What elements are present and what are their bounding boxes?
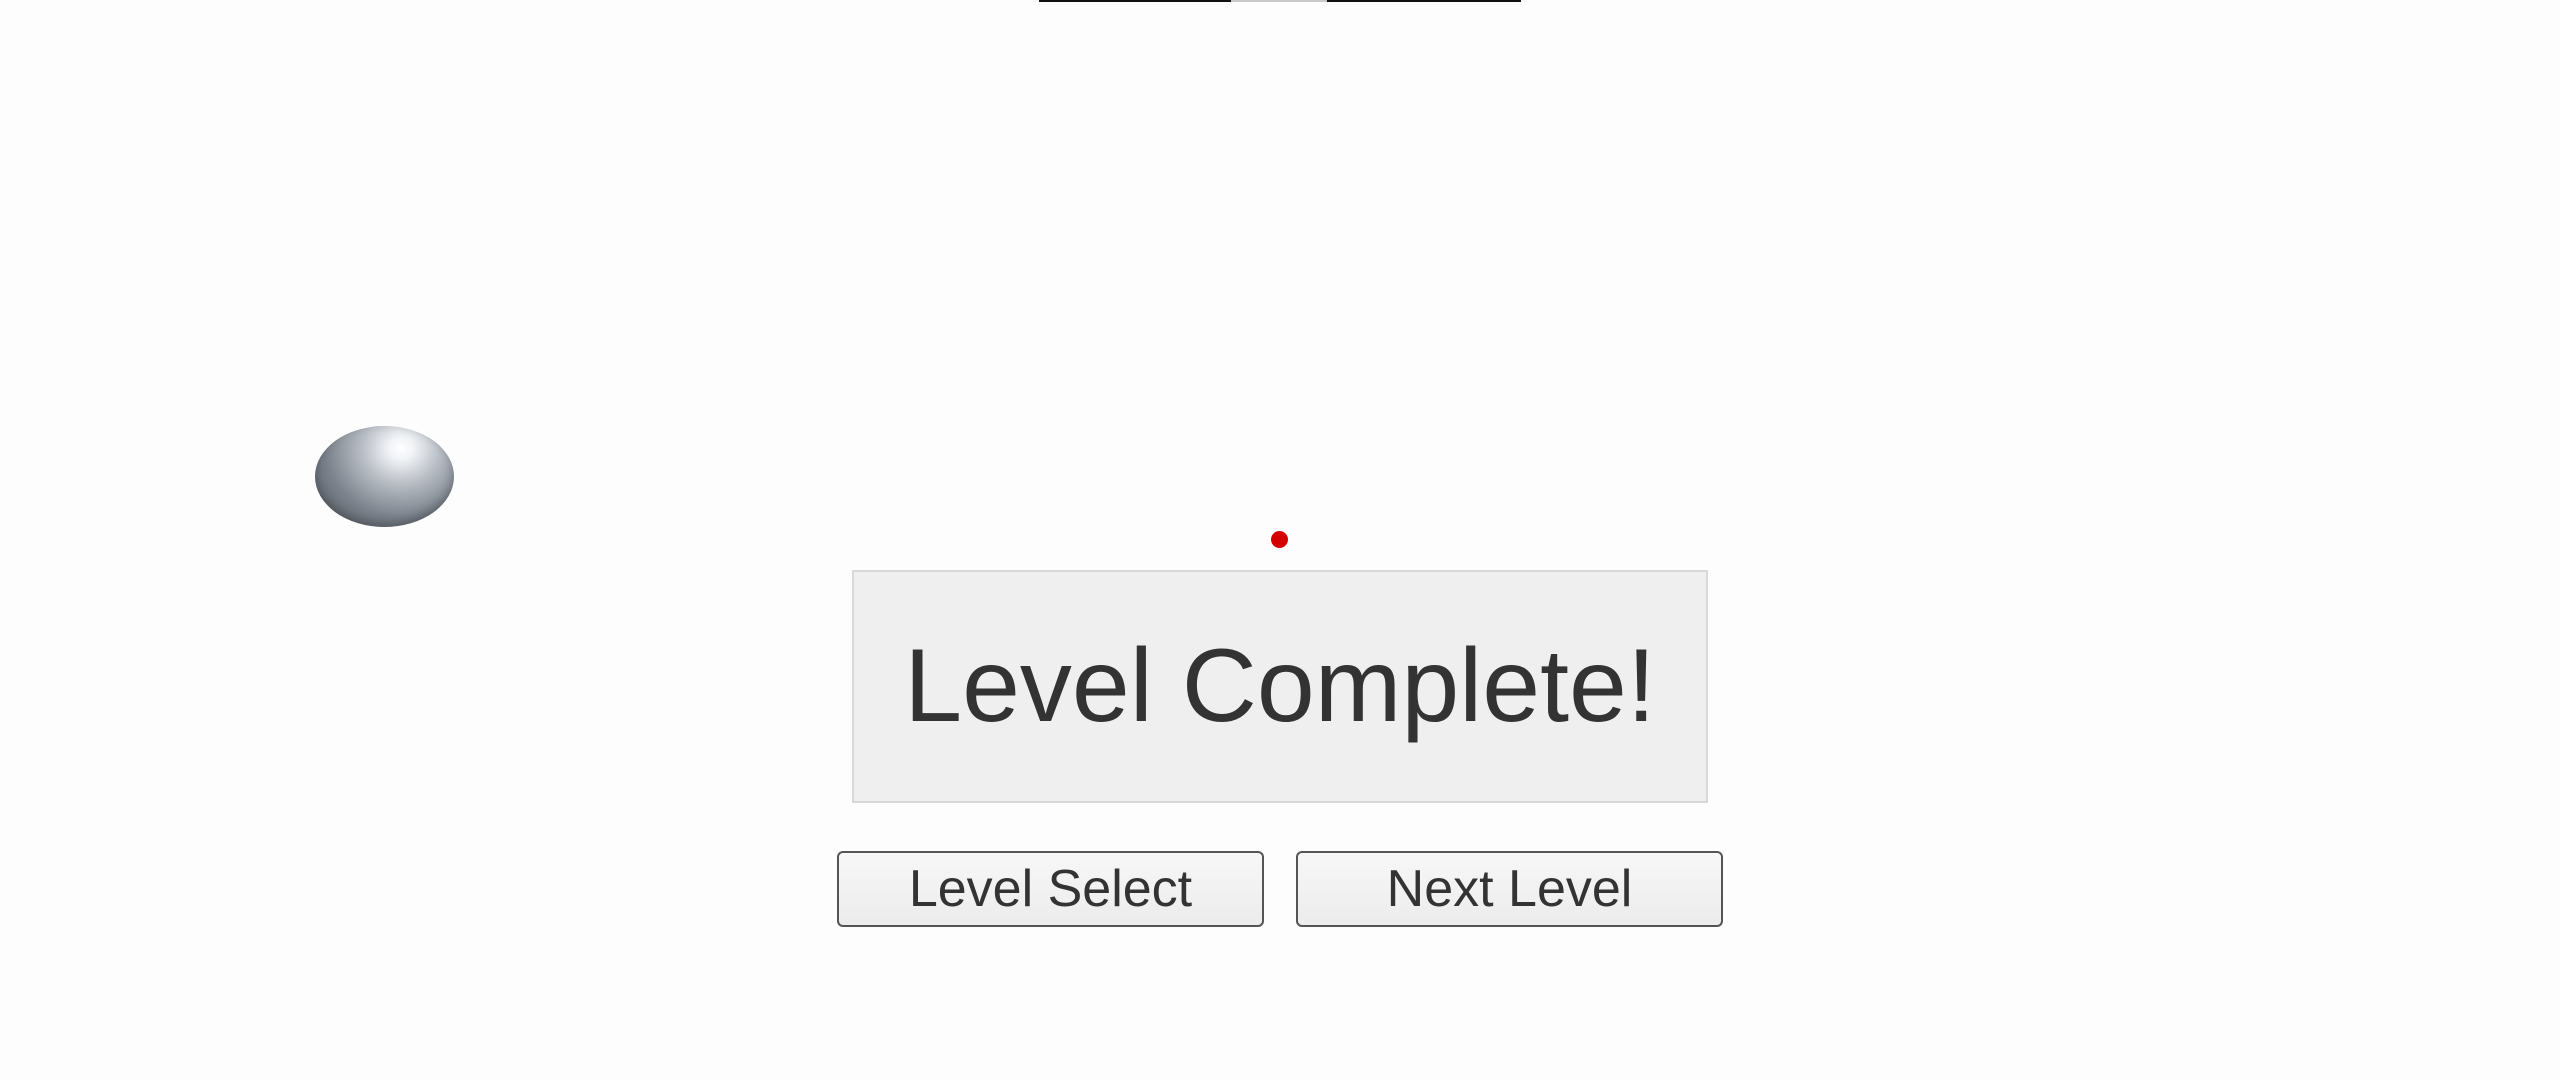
level-select-button[interactable]: Level Select bbox=[837, 851, 1264, 927]
next-level-button[interactable]: Next Level bbox=[1296, 851, 1723, 927]
level-complete-title: Level Complete! bbox=[904, 628, 1656, 744]
top-progress-highlight bbox=[1231, 0, 1327, 2]
top-progress-bar bbox=[1039, 0, 1521, 2]
red-target-dot-icon bbox=[1271, 531, 1288, 548]
metal-ball-icon bbox=[315, 426, 454, 527]
level-complete-banner: Level Complete! bbox=[852, 570, 1708, 803]
